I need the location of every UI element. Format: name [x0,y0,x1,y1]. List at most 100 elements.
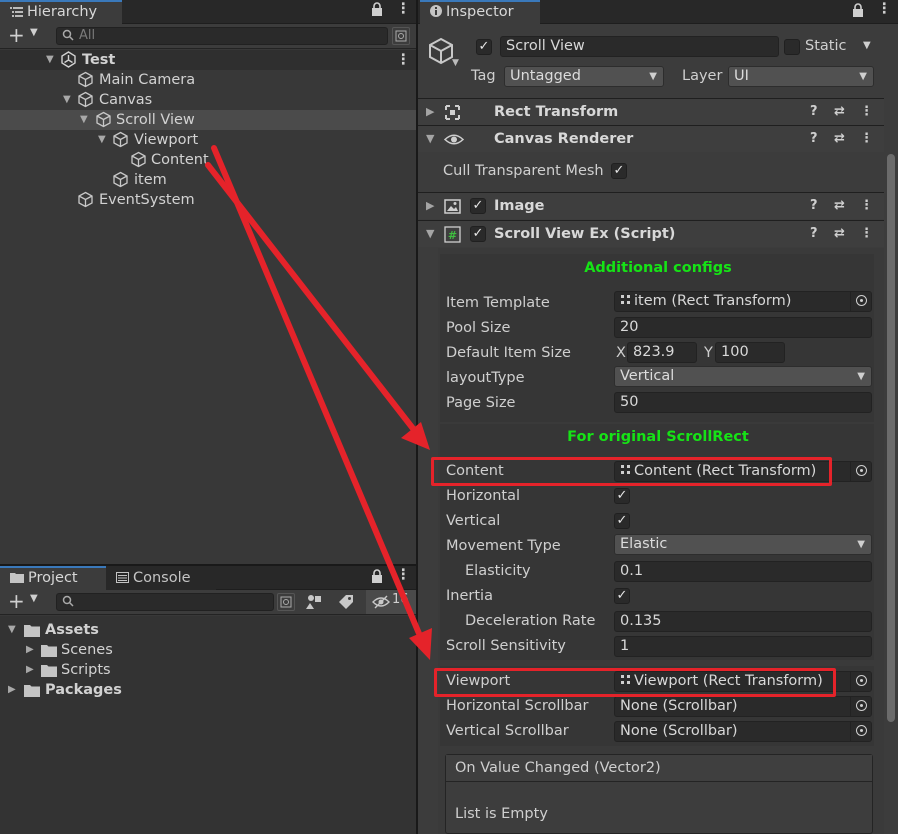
prop-label: Elasticity [465,563,531,579]
horizontal-toggle[interactable]: ✓ [614,488,630,504]
scene-name: Test [82,52,116,68]
item-template-field[interactable]: item (Rect Transform) [614,291,872,312]
tree-item-label: Main Camera [99,72,196,88]
vertical-scrollbar-field[interactable]: None (Scrollbar) [614,721,872,742]
help-icon[interactable]: ? [810,99,818,125]
lock-icon[interactable] [852,3,864,22]
static-toggle[interactable] [784,39,800,55]
tree-item-content[interactable]: Content [0,150,416,170]
hidden-packages-toggle[interactable]: 16 [366,590,416,614]
lock-icon[interactable] [371,569,383,588]
filter-by-label-icon[interactable] [338,594,354,614]
more-menu-icon[interactable]: ⋮ [396,567,411,583]
search-options-icon[interactable] [277,593,295,611]
preset-sliders-icon[interactable]: ⇄ [834,221,845,247]
tab-project[interactable]: Project [0,566,106,591]
tab-project-label: Project [28,570,78,586]
add-button[interactable]: + [8,590,25,612]
collapsed-arrow-icon[interactable]: ▶ [26,640,34,660]
scroll-sensitivity-field[interactable]: 1 [614,636,872,657]
object-picker-icon[interactable] [850,462,871,481]
component-canvas-renderer[interactable]: ▼ Canvas Renderer ? ⇄ ⋮ [418,125,884,152]
active-toggle[interactable]: ✓ [476,39,492,55]
scene-menu-icon[interactable]: ⋮ [396,50,411,70]
component-image[interactable]: ▶ ✓ Image ? ⇄ ⋮ [418,192,884,219]
expand-arrow-icon[interactable]: ▼ [98,130,106,150]
layout-type-dropdown[interactable]: Vertical ▼ [614,366,872,387]
collapsed-arrow-icon[interactable]: ▶ [8,680,16,700]
prop-label: Inertia [446,588,493,604]
project-search-input[interactable] [56,593,274,611]
more-menu-icon[interactable]: ⋮ [877,1,892,17]
add-dropdown-chevron-icon[interactable]: ▼ [30,593,38,604]
tree-item-viewport[interactable]: ▼ Viewport [0,130,416,150]
help-icon[interactable]: ? [810,126,818,152]
icon-dropdown-chevron-icon[interactable]: ▼ [452,58,459,68]
inertia-toggle[interactable]: ✓ [614,588,630,604]
elasticity-field[interactable]: 0.1 [614,561,872,582]
tab-inspector-label: Inspector [446,4,514,20]
script-enabled-toggle[interactable]: ✓ [470,226,486,242]
scene-row[interactable]: ▼ Test ⋮ [0,50,416,70]
image-enabled-toggle[interactable]: ✓ [470,198,486,214]
folder-scenes[interactable]: ▶ Scenes [0,640,416,660]
tree-item-eventsystem[interactable]: EventSystem [0,190,416,210]
object-picker-icon[interactable] [850,722,871,741]
component-menu-icon[interactable]: ⋮ [860,193,873,219]
folder-assets[interactable]: ▼ Assets [0,620,416,640]
expand-arrow-icon[interactable]: ▼ [46,50,54,70]
preset-sliders-icon[interactable]: ⇄ [834,126,845,152]
collapsed-arrow-icon[interactable]: ▶ [26,660,34,680]
filter-by-type-icon[interactable] [306,594,324,614]
horizontal-scrollbar-field[interactable]: None (Scrollbar) [614,696,872,717]
expand-arrow-icon[interactable]: ▼ [426,221,434,247]
tab-inspector[interactable]: Inspector [420,0,540,25]
layer-dropdown[interactable]: UI ▼ [728,66,874,87]
add-dropdown-chevron-icon[interactable]: ▼ [30,27,38,38]
vertical-toggle[interactable]: ✓ [614,513,630,529]
tree-item-item[interactable]: item [0,170,416,190]
preset-sliders-icon[interactable]: ⇄ [834,193,845,219]
pool-size-field[interactable]: 20 [614,317,872,338]
object-picker-icon[interactable] [850,672,871,691]
collapsed-arrow-icon[interactable]: ▶ [426,193,434,219]
item-size-x-field[interactable]: 823.9 [627,342,697,363]
component-menu-icon[interactable]: ⋮ [860,126,873,152]
tree-item-main-camera[interactable]: Main Camera [0,70,416,90]
component-scroll-view-ex[interactable]: ▼ # ✓ Scroll View Ex (Script) ? ⇄ ⋮ [418,220,884,247]
static-dropdown-chevron-icon[interactable]: ▼ [863,40,871,51]
page-size-field[interactable]: 50 [614,392,872,413]
expand-arrow-icon[interactable]: ▼ [80,110,88,130]
tag-dropdown[interactable]: Untagged ▼ [504,66,664,87]
preset-sliders-icon[interactable]: ⇄ [834,99,845,125]
scrollbar-thumb[interactable] [887,154,895,722]
search-options-icon[interactable] [392,27,410,45]
collapsed-arrow-icon[interactable]: ▶ [426,99,434,125]
tree-item-canvas[interactable]: ▼ Canvas [0,90,416,110]
inspector-scrollbar[interactable] [884,152,898,834]
lock-icon[interactable] [371,2,383,21]
object-name-field[interactable]: Scroll View [500,36,779,57]
add-button[interactable]: + [8,24,25,46]
tab-hierarchy[interactable]: Hierarchy [0,0,122,25]
movement-type-dropdown[interactable]: Elastic ▼ [614,534,872,555]
more-menu-icon[interactable]: ⋮ [396,1,411,17]
component-menu-icon[interactable]: ⋮ [860,99,873,125]
object-picker-icon[interactable] [850,292,871,311]
expand-arrow-icon[interactable]: ▼ [63,90,71,110]
expand-arrow-icon[interactable]: ▼ [426,126,434,152]
object-picker-icon[interactable] [850,697,871,716]
cull-transparent-toggle[interactable]: ✓ [611,163,627,179]
hierarchy-search-input[interactable]: All [56,27,388,45]
item-size-y-field[interactable]: 100 [715,342,785,363]
help-icon[interactable]: ? [810,193,818,219]
expand-arrow-icon[interactable]: ▼ [8,620,16,640]
folder-scripts[interactable]: ▶ Scripts [0,660,416,680]
component-rect-transform[interactable]: ▶ Rect Transform ? ⇄ ⋮ [418,98,884,125]
tab-console[interactable]: Console [106,566,216,591]
help-icon[interactable]: ? [810,221,818,247]
folder-packages[interactable]: ▶ Packages [0,680,416,700]
component-menu-icon[interactable]: ⋮ [860,221,873,247]
tree-item-scroll-view[interactable]: ▼ Scroll View [0,110,416,130]
deceleration-rate-field[interactable]: 0.135 [614,611,872,632]
